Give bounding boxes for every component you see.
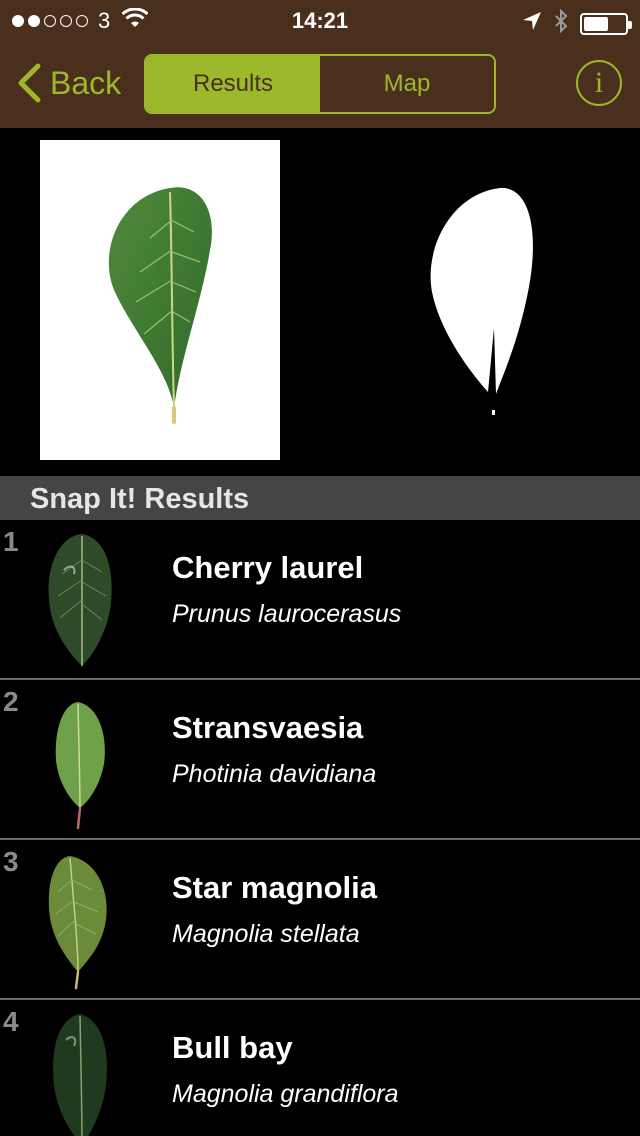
top-bar: 3 14:21 Back Results Map i [0, 0, 640, 128]
location-arrow-icon [522, 11, 542, 37]
scientific-name: Magnolia grandiflora [172, 1080, 399, 1108]
info-icon: i [594, 66, 604, 99]
leaf-mask-image [400, 172, 550, 472]
list-item[interactable]: 3 Star magnolia Magnolia stellata [0, 840, 640, 1000]
battery-fill [584, 17, 608, 31]
light-green-leaf-icon [55, 702, 105, 830]
common-name: Stransvaesia [172, 710, 364, 745]
list-item[interactable]: 1 Cherry laurel Prunus laurocerasus [0, 520, 640, 680]
scientific-name: Photinia davidiana [172, 760, 377, 788]
tab-results[interactable]: Results [146, 56, 320, 112]
view-segmented-control: Results Map [144, 54, 496, 114]
dark-leathery-leaf-icon [53, 1014, 107, 1136]
list-item[interactable]: 2 Stransvaesia Photinia davidiana [0, 680, 640, 840]
bluetooth-icon [554, 8, 568, 39]
common-name: Cherry laurel [172, 550, 364, 585]
common-name: Star magnolia [172, 870, 377, 905]
status-bar: 3 14:21 [0, 0, 640, 40]
scientific-name: Magnolia stellata [172, 920, 360, 948]
rank-number: 4 [3, 1006, 19, 1037]
back-label: Back [50, 64, 122, 101]
leaf-photo [40, 140, 280, 460]
dark-glossy-leaf-icon [48, 534, 112, 666]
battery-icon [580, 13, 632, 35]
snapshot-area [0, 128, 640, 476]
scientific-name: Prunus laurocerasus [172, 600, 402, 628]
common-name: Bull bay [172, 1030, 293, 1065]
back-button[interactable]: Back [16, 58, 121, 108]
list-item[interactable]: 4 Bull bay Magnolia grandiflora [0, 1000, 640, 1136]
rank-number: 3 [3, 846, 19, 877]
olive-leaf-icon [48, 856, 107, 990]
info-button[interactable]: i [576, 60, 622, 106]
section-header: Snap It! Results [0, 476, 640, 520]
status-right [522, 8, 632, 39]
rank-number: 2 [3, 686, 19, 717]
results-list: 1 Cherry laurel Prunus laurocerasus 2 St… [0, 520, 640, 1136]
chevron-left-icon [18, 63, 41, 103]
tab-map[interactable]: Map [320, 56, 494, 112]
navigation-bar: Back Results Map i [0, 40, 640, 128]
rank-number: 1 [3, 526, 19, 557]
